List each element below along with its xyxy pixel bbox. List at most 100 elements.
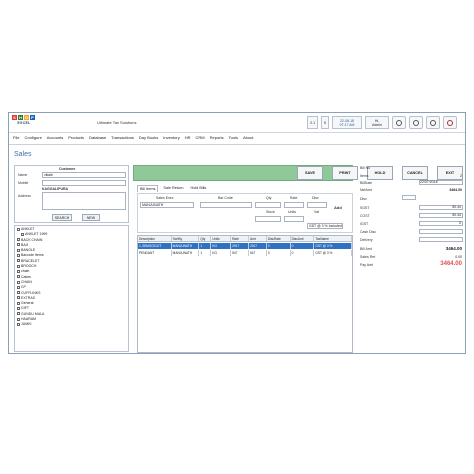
menu-item-about[interactable]: About [243,135,253,140]
menu-item-accounts[interactable]: Accounts [47,135,63,140]
tree-item-label: CUFFLINKS [21,290,41,295]
expand-icon[interactable] [17,264,20,268]
menu-item-day-books[interactable]: Day Books [139,135,158,140]
table-cell: KG [211,249,232,256]
menu-item-reports[interactable]: Reports [210,135,224,140]
column-header: Qty [199,236,212,241]
category-tree[interactable]: ANKLET ANKLET 1999 BACK CHAIN BAJI BANGLE Bar… [14,225,129,352]
expand-icon[interactable] [17,254,20,258]
expand-icon[interactable] [17,312,20,316]
menu-item-hr[interactable]: HR [185,135,191,140]
expand-icon[interactable] [17,238,20,242]
netamt-value: 3464.00 [449,188,462,192]
menu-item-inventory[interactable]: Inventory [163,135,179,140]
mobile-input[interactable] [42,180,126,186]
tree-item-label: CP [21,285,26,290]
tree-item-label: EXTRAS [21,295,36,300]
expand-icon[interactable] [17,322,20,326]
delivery-input[interactable] [419,237,463,242]
menu-item-tools[interactable]: Tools [229,135,238,140]
logo-subtitle: EXCEL [17,121,31,125]
tab-hold-bills[interactable]: Hold Bills [188,185,208,192]
expand-icon[interactable] [17,280,20,284]
menu-item-products[interactable]: Products [68,135,84,140]
gear-icon[interactable] [392,116,406,129]
circle-icon[interactable] [409,116,423,129]
gst-select[interactable]: GST @ 3 % Included [307,223,343,229]
tree-item-label: BAJI [21,242,29,247]
column-header: DiscRate [267,236,291,241]
address-input[interactable] [42,192,126,210]
qty-input[interactable] [255,202,281,208]
tab-bill-items[interactable]: Bill Items [137,185,159,192]
disc-input[interactable] [402,195,416,200]
tree-item[interactable]: JUMKI [17,322,126,327]
disc-label: Disc [360,197,367,201]
mobile-label: Mobile [18,181,29,185]
rate-label: Rate [290,196,298,200]
menu-item-database[interactable]: Database [89,135,106,140]
tree-item-label: BRACELET [21,258,40,263]
expand-icon[interactable] [17,307,20,311]
search-button[interactable]: SEARCH [52,214,72,221]
menu-item-configure[interactable]: Configure [24,135,41,140]
table-cell: MANJUNATH [172,243,200,249]
tab-strip: Bill Items Sale Return Hold Bills [137,185,208,192]
table-row[interactable]: 1, BRASCELET MANJUNATH 1 KG 2917 2917 0 0 GST @ … [138,243,352,249]
table-cell: 0 [291,243,315,249]
table-cell: PENDANT [138,249,172,256]
cash-disc-input[interactable] [419,229,463,234]
name-input[interactable]: vikale [42,172,126,178]
payamt-value: 3464.00 [440,261,462,267]
expand-icon[interactable] [17,296,20,300]
shop-excel-logo: SHOP EXCEL [12,115,36,132]
vat-label: Vat [314,210,319,214]
toolbar-button-1[interactable]: 2.1 [307,116,319,129]
table-cell: 1 [199,249,212,256]
disc-input[interactable] [307,202,327,208]
billdate-picker[interactable]: 22/07/2018 [419,180,463,185]
menu-item-file[interactable]: File [13,135,19,140]
expand-icon[interactable] [17,291,20,295]
table-row[interactable]: PENDANT MANJUNATH 1 KG 547 547 0 0 GST @ 3 % [138,249,352,256]
rate-input[interactable] [284,202,304,208]
tree-item-label: ANKLET [21,227,35,231]
items-label: Items [360,174,369,178]
expand-icon[interactable] [17,243,20,247]
table-cell: 0 [291,249,315,256]
table-cell: 547 [231,249,249,256]
add-button[interactable]: Add [334,205,342,210]
print-button[interactable]: PRINT [332,166,358,180]
customer-panel: Customer Name vikale Mobile KAGGALIPURA … [14,165,129,223]
expand-icon[interactable] [17,259,20,263]
name-label: Name [18,173,28,177]
expand-icon[interactable] [17,285,20,289]
units-input[interactable] [284,216,304,222]
expand-icon[interactable] [17,227,20,231]
menu-item-crm[interactable]: CRM [196,135,205,140]
tab-sale-return[interactable]: Sale Return [161,185,185,192]
sales-exec-select[interactable]: MANJUNATH [140,202,194,208]
barcode-input[interactable] [200,202,252,208]
user-display[interactable]: Hi, Admin [365,116,389,129]
power-icon[interactable] [443,116,457,129]
expand-icon[interactable] [17,301,20,305]
expand-icon[interactable] [21,232,24,236]
barcode-label: Bar Code [218,196,233,200]
expand-icon[interactable] [17,248,20,252]
column-header: Amt [249,236,267,241]
clock-icon[interactable] [426,116,440,129]
stock-input[interactable] [255,216,281,222]
tree-item-label: BANGLE [21,248,36,253]
logo-letter: S [12,115,17,120]
column-header: DiscAmt [291,236,315,241]
delivery-label: Delivery [360,238,373,242]
item-entry-panel: Sales Exec MANJUNATH Bar Code Qty Rate D… [137,193,353,233]
toolbar-button-2[interactable]: 5 [321,116,329,129]
expand-icon[interactable] [17,317,20,321]
expand-icon[interactable] [17,269,20,273]
expand-icon[interactable] [17,275,20,279]
save-button[interactable]: SAVE [297,166,323,180]
menu-item-transactions[interactable]: Transactions [111,135,134,140]
new-customer-button[interactable]: NEW [82,214,100,221]
